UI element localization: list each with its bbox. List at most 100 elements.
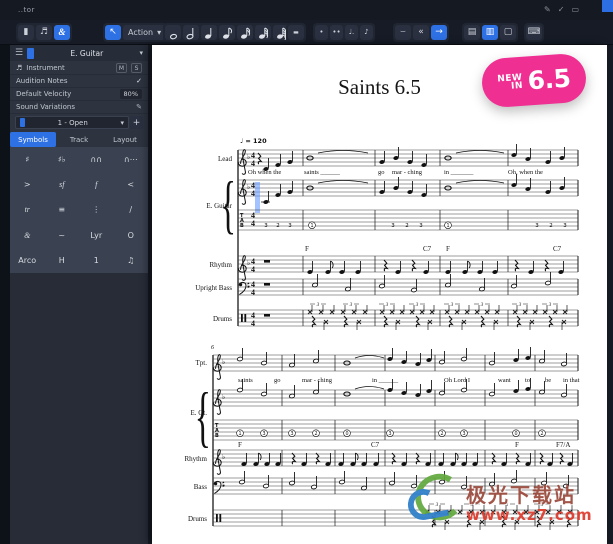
svg-text:2: 2 [276,223,280,229]
tuplet-symbol[interactable]: ♫ [114,248,149,273]
accidental-symbol[interactable]: ♯♭ [45,147,80,172]
window-icon[interactable]: ▭ [571,5,579,14]
svg-text:3: 3 [317,303,320,308]
notation-tool-button[interactable]: & [54,25,70,40]
sharp-symbol[interactable]: ♯ [10,147,45,172]
wide-vibrato-symbol[interactable]: ~ [45,223,80,248]
svg-text:F: F [238,441,242,449]
arco-symbol[interactable]: Arco [10,248,45,273]
pencil-icon[interactable]: ✎ [544,5,551,14]
tie-symbol[interactable]: ∩∩ [79,147,114,172]
preset-label: 1 - Open [57,118,88,127]
svg-text:3: 3 [262,431,265,437]
action-menu-button[interactable]: Action ▾ [123,25,167,40]
chevron-down-icon: ▾ [157,28,162,37]
vibrato-symbol[interactable]: ⋮ [79,197,114,222]
thirty-second-note-button[interactable] [255,25,271,40]
double-dot-button[interactable]: •• [330,25,343,40]
svg-text:F: F [305,245,309,253]
dotted-note-button[interactable]: ♩. [345,25,358,40]
cursor-button[interactable]: ↖ [105,25,121,40]
tie-button[interactable]: ⌣ [395,25,411,40]
symbols-grid: ♯ ♯♭ ∩∩ ∩⋯ > sf f < tr ≡ ⋮ ∕ & ~ Lyr O Arco H 1 ♫ [10,147,148,273]
add-preset-button[interactable]: + [130,116,143,129]
app-window: ..tor ✎ ✓ ▭ ▮ ♬ & ↖ Action ▾ ▬ • •• ♩. ♪ ⌣ «→ ▤ ▥… [0,0,613,544]
half-note-button[interactable] [183,25,199,40]
lyrics-symbol[interactable]: Lyr [79,223,114,248]
sound-variations-row[interactable]: Sound Variations ✎ [10,101,148,114]
clef-symbol[interactable]: & [10,223,45,248]
hand-symbol[interactable]: H [45,248,80,273]
sforzando-symbol[interactable]: sf [45,172,80,197]
svg-text:3: 3 [451,303,454,308]
svg-text:Drums: Drums [213,315,232,323]
accent-symbol[interactable]: > [10,172,45,197]
svg-text:3: 3 [391,223,395,229]
grace-note-button[interactable]: ♪ [360,25,373,40]
dot-button[interactable]: • [315,25,328,40]
svg-text:1: 1 [310,223,313,229]
tab-track[interactable]: Track [56,132,102,147]
quarter-note-button[interactable] [201,25,217,40]
score-page[interactable]: Saints 6.5 NEW IN 6.5 ♩ = 120{Oh when th… [152,45,607,544]
track-selector[interactable]: ☰ E. Guitar ▾ [10,45,148,61]
watermark-site-name: 极光下载站 [466,482,576,507]
score-canvas[interactable]: ♩ = 120{Oh when the saints ______ go mar - … [152,45,607,544]
svg-text:3: 3 [549,303,552,308]
arpeggio-symbol[interactable]: ∩⋯ [114,147,149,172]
check-icon[interactable]: ✓ [558,5,565,14]
window-title: ..tor [18,6,35,14]
tab-symbols[interactable]: Symbols [10,132,56,147]
svg-text:3: 3 [288,223,292,229]
audition-notes-row[interactable]: Audition Notes ✓ [10,75,148,88]
drum-tool-button[interactable]: ♬ [36,25,52,40]
eighth-note-button[interactable] [219,25,235,40]
whole-note-button[interactable] [165,25,181,40]
trill-symbol[interactable]: tr [10,197,45,222]
svg-text:3: 3 [481,303,484,308]
sidebar-empty-panel [10,273,148,544]
default-velocity-row[interactable]: Default Velocity 80% [10,88,148,101]
solo-button[interactable]: S [131,63,142,73]
harmonic-symbol[interactable]: O [114,223,149,248]
svg-text:Upright Bass: Upright Bass [195,284,232,292]
tab-layout[interactable]: Layout [102,132,148,147]
dot-group: • •• ♩. ♪ [313,23,375,42]
svg-text:0: 0 [514,431,517,437]
svg-text:Rhythm: Rhythm [184,455,207,463]
follow-playback-button[interactable]: → [431,25,447,40]
svg-text:♭: ♭ [247,259,250,267]
crescendo-symbol[interactable]: < [114,172,149,197]
svg-text:♭: ♭ [222,453,225,461]
page-view-button[interactable]: ▤ [464,25,480,40]
dynamic-forte-symbol[interactable]: f [79,172,114,197]
svg-text:Oh, when the: Oh, when the [508,169,543,176]
menu-icon[interactable]: ☰ [15,48,23,58]
svg-text:go: go [274,377,281,384]
velocity-value[interactable]: 80% [119,89,142,99]
svg-text:B: B [215,433,219,439]
instrument-label: Instrument [26,64,65,72]
barline-tool-button[interactable]: ▮ [18,25,34,40]
rewind-button[interactable]: « [413,25,429,40]
tremolo-symbol[interactable]: ≡ [45,197,80,222]
svg-text:Tpt.: Tpt. [196,359,208,367]
sound-preset-dropdown[interactable]: 1 - Open ▾ [15,116,129,129]
check-icon: ✓ [136,77,142,85]
svg-text:want: want [498,377,511,384]
fingering-symbol[interactable]: 1 [79,248,114,273]
compact-view-button[interactable]: ▢ [500,25,516,40]
svg-text:♭: ♭ [222,358,225,366]
instrument-row[interactable]: ♬ Instrument M S [10,62,148,75]
audition-notes-label: Audition Notes [16,77,68,85]
keyboard-icon[interactable]: ⌨ [526,25,542,40]
sixteenth-note-button[interactable] [237,25,253,40]
rest-button[interactable]: ▬ [288,25,304,40]
continuous-view-button[interactable]: ▥ [482,25,498,40]
sound-variations-label: Sound Variations [16,103,75,111]
mute-button[interactable]: M [116,63,127,73]
watermark-logo-icon [407,473,458,521]
svg-text:3: 3 [535,223,539,229]
svg-text:be: be [545,377,551,384]
glissando-symbol[interactable]: ∕ [114,197,149,222]
